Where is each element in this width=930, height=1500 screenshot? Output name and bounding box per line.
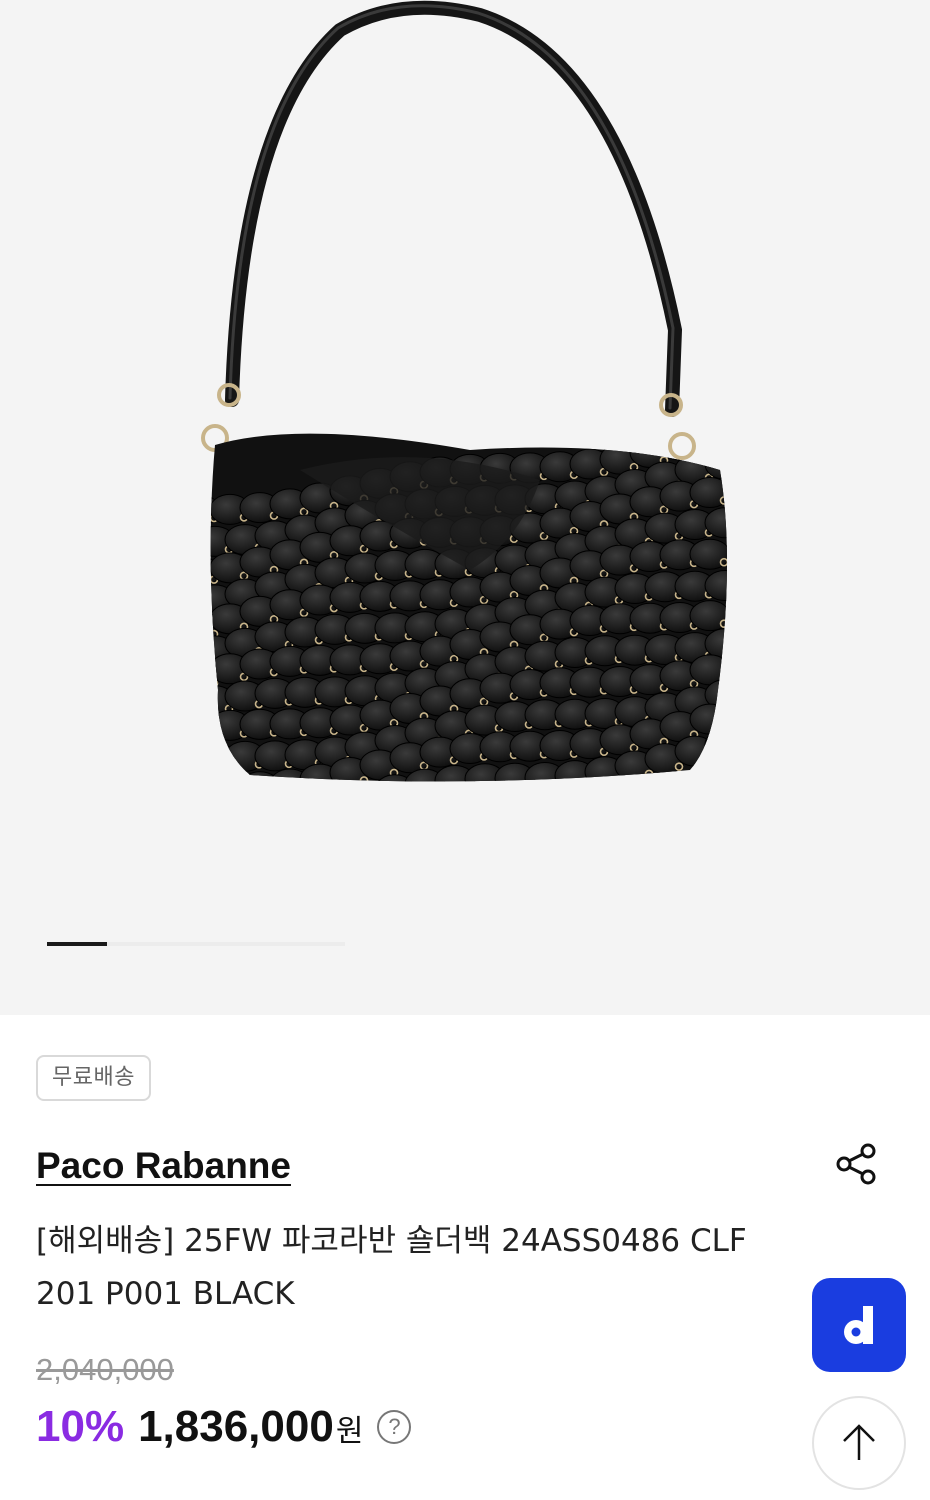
gallery-progress-track — [47, 942, 345, 946]
gallery-progress-indicator — [47, 942, 107, 946]
product-image-gallery[interactable] — [0, 0, 930, 1015]
sale-price: 1,836,000 — [138, 1402, 334, 1451]
product-info-panel: 무료배송 Paco Rabanne [해외배송] 25FW 파코라반 숄더백 2… — [0, 1015, 930, 1500]
scroll-to-top-button[interactable] — [812, 1396, 906, 1490]
brand-link[interactable]: Paco Rabanne — [36, 1145, 291, 1187]
share-button[interactable] — [830, 1138, 882, 1190]
price-row: 10% 1,836,000 원 ? — [36, 1402, 412, 1452]
free-shipping-badge: 무료배송 — [36, 1055, 151, 1101]
discount-rate: 10% — [36, 1402, 125, 1451]
currency-unit: 원 — [335, 1414, 364, 1449]
product-image — [201, 0, 728, 782]
arrow-up-icon — [843, 1424, 875, 1460]
d-logo-icon — [844, 1306, 873, 1344]
share-icon — [836, 1143, 876, 1185]
product-title: [해외배송] 25FW 파코라반 숄더백 24ASS0486 CLF201 P0… — [36, 1223, 747, 1312]
original-price: 2,040,000 — [36, 1352, 174, 1387]
d-app-button[interactable] — [812, 1278, 906, 1372]
question-circle-icon[interactable]: ? — [377, 1410, 412, 1444]
